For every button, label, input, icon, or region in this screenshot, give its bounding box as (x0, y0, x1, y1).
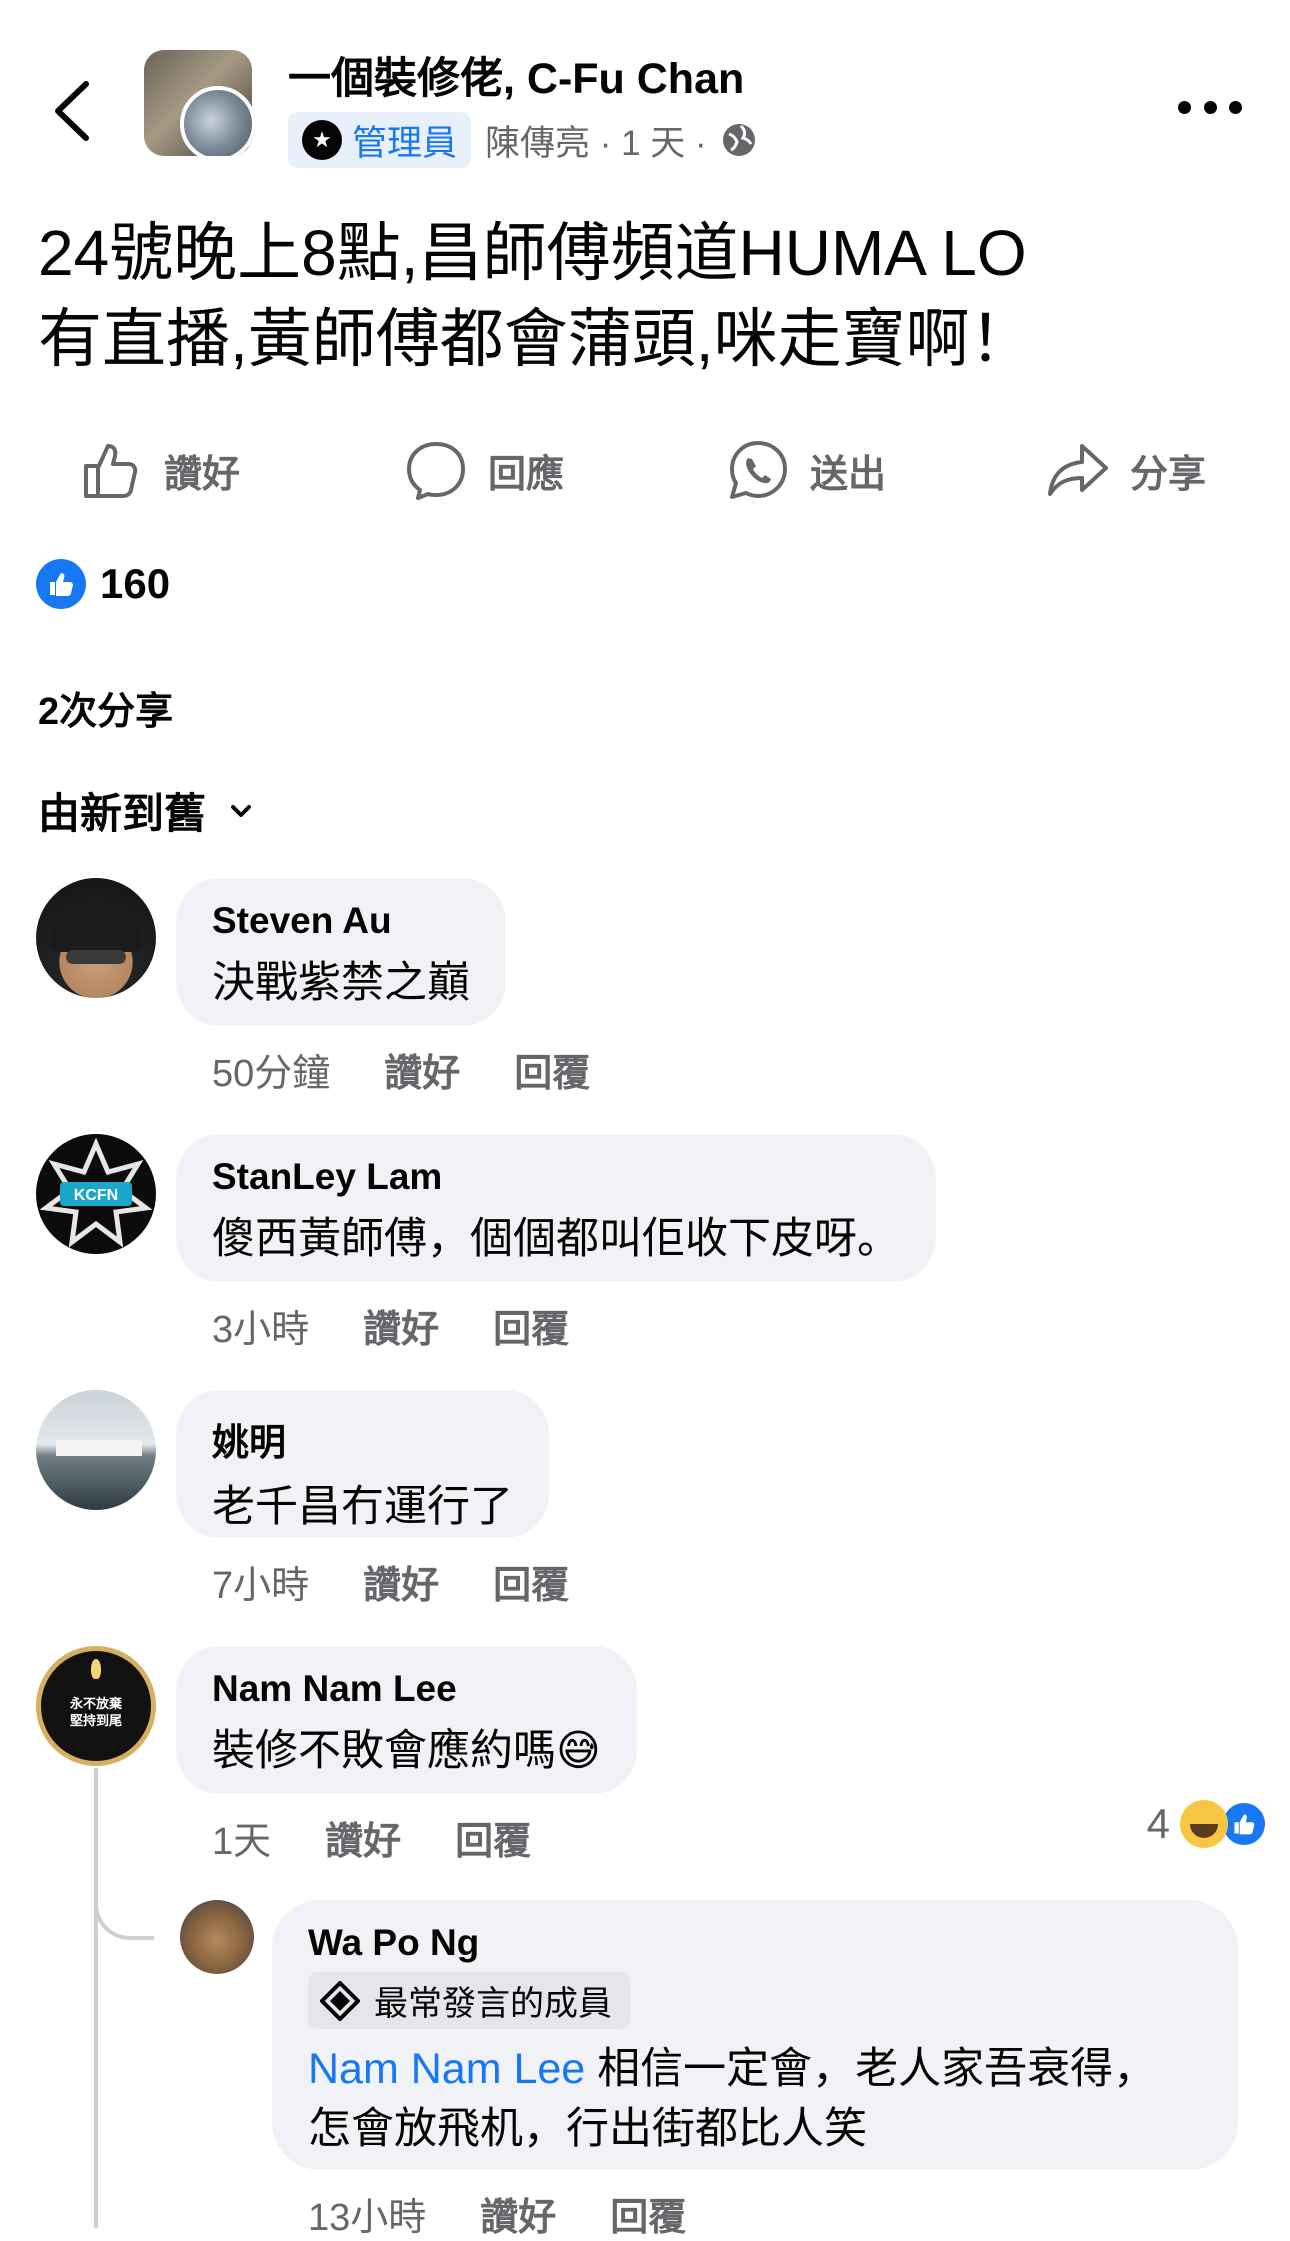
more-options-icon[interactable] (1178, 92, 1242, 122)
comment-like-button[interactable]: 讚好 (363, 1554, 439, 1609)
comment-time: 3小時 (212, 1309, 310, 1351)
group-name[interactable]: 一個裝修佬, C-Fu Chan (288, 44, 744, 106)
comment-bubble[interactable]: StanLey Lam 傻西黃師傅，個個都叫佢收下皮呀。 (176, 1134, 936, 1282)
chevron-down-icon (231, 804, 252, 817)
comment-label: 回應 (488, 453, 565, 496)
avatar[interactable] (36, 1390, 156, 1510)
whatsapp-icon (730, 441, 787, 499)
commenter-name[interactable]: Wa Po Ng (308, 1922, 1202, 1964)
comment-like-button[interactable]: 讚好 (363, 1298, 439, 1353)
reply-reply-button[interactable]: 回覆 (610, 2186, 686, 2241)
admin-star-icon: ★ (302, 120, 342, 160)
like-label: 讚好 (164, 453, 241, 496)
commenter-name[interactable]: StanLey Lam (212, 1156, 900, 1198)
comment-time: 50分鐘 (212, 1053, 331, 1095)
sweat-smile-emoji: 😅 (556, 1727, 601, 1775)
group-avatar[interactable] (144, 50, 252, 156)
post-body: 24號晚上8點,昌師傅頻道HUMA LO 有直播,黃師傅都會蒲頭,咪走寶啊！ (38, 210, 1258, 382)
send-button[interactable]: 送出 (726, 420, 886, 520)
reply-meta: 13小時 讚好 回覆 (308, 2186, 686, 2241)
svg-text:KCFN: KCFN (74, 1187, 118, 1204)
comment-bubble[interactable]: 姚明 老千昌冇運行了 (176, 1390, 549, 1538)
haha-reaction-icon (1180, 1800, 1228, 1848)
reply-text: Nam Nam Lee 相信一定會，老人家吾衰得， 怎會放飛机，行出街都比人笑 (308, 2045, 1157, 2153)
post-header: 一個裝修佬, C-Fu Chan ★ 管理員 陳傳亮 · 1 天 · (0, 0, 1290, 200)
kcfn-logo-icon: KCFN (39, 1137, 153, 1248)
commenter-name[interactable]: Steven Au (212, 900, 470, 942)
reaction-count: 160 (100, 560, 171, 607)
comment-bubble[interactable]: Nam Nam Lee 裝修不敗會應約嗎😅 (176, 1646, 637, 1794)
commenter-name[interactable]: 姚明 (212, 1412, 513, 1466)
comment-bubble-icon (407, 442, 465, 500)
member-badge[interactable]: 最常發言的成員 (308, 1972, 630, 2029)
comment-reply-button[interactable]: 回覆 (493, 1554, 569, 1609)
comment-time: 1天 (212, 1821, 272, 1863)
share-count[interactable]: 2次分享 (38, 680, 173, 735)
globe-icon (722, 124, 755, 156)
admin-label: 管理員 (352, 123, 458, 163)
author-avatar[interactable] (180, 86, 252, 156)
reaction-summary[interactable]: 160 (36, 556, 170, 612)
send-label: 送出 (810, 453, 887, 496)
member-badge-label: 最常發言的成員 (374, 1985, 612, 2023)
mention-link[interactable]: Nam Nam Lee (308, 2045, 585, 2093)
like-reaction-icon (36, 559, 86, 609)
comment-button[interactable]: 回應 (404, 420, 564, 520)
avatar[interactable] (36, 878, 156, 998)
post-line-1: 24號晚上8點,昌師傅頻道HUMA LO (38, 217, 1027, 289)
commenter-name[interactable]: Nam Nam Lee (212, 1668, 601, 1710)
post-meta: ★ 管理員 陳傳亮 · 1 天 · (288, 112, 757, 168)
action-bar: 讚好 回應 送出 分享 (0, 420, 1290, 520)
reply-like-button[interactable]: 讚好 (480, 2186, 556, 2241)
back-arrow-icon[interactable] (48, 78, 94, 144)
share-button[interactable]: 分享 (1046, 420, 1206, 520)
reply-bubble[interactable]: Wa Po Ng 最常發言的成員 Nam Nam Lee 相信一定會，老人家吾衰… (272, 1900, 1238, 2170)
thumbs-up-icon (84, 444, 138, 498)
like-button[interactable]: 讚好 (80, 420, 240, 520)
avatar[interactable]: 永不放棄 堅持到尾 (36, 1646, 156, 1766)
avatar[interactable] (180, 1900, 254, 1974)
avatar[interactable]: KCFN (36, 1134, 156, 1254)
share-arrow-icon (1048, 444, 1108, 496)
post-line-2: 有直播,黃師傅都會蒲頭,咪走寶啊！ (38, 303, 1034, 375)
comment-meta: 50分鐘 讚好 回覆 (212, 1042, 590, 1097)
comment-reaction-count: 4 (1146, 1800, 1170, 1847)
comment-reaction-summary[interactable]: 4 (1147, 1800, 1268, 1848)
comment-meta: 7小時 讚好 回覆 (212, 1554, 569, 1609)
comment-reply-button[interactable]: 回覆 (514, 1042, 590, 1097)
comment-meta: 1天 讚好 回覆 (212, 1810, 531, 1865)
thread-line (94, 1768, 98, 2228)
comment-reply-button[interactable]: 回覆 (493, 1298, 569, 1353)
comment-like-button[interactable]: 讚好 (384, 1042, 460, 1097)
author-line[interactable]: 陳傳亮 · 1 天 · (485, 115, 707, 166)
comment-text: 裝修不敗會應約嗎😅 (212, 1727, 601, 1775)
comment-text: 決戰紫禁之巔 (212, 959, 470, 1007)
comment-text: 老千昌冇運行了 (212, 1483, 513, 1531)
admin-badge[interactable]: ★ 管理員 (288, 112, 472, 168)
sort-dropdown[interactable]: 由新到舊 (38, 780, 252, 841)
thread-connector (94, 1850, 154, 1940)
comment-time: 7小時 (212, 1565, 310, 1607)
comment-bubble[interactable]: Steven Au 決戰紫禁之巔 (176, 878, 506, 1026)
comment-text: 傻西黃師傅，個個都叫佢收下皮呀。 (212, 1215, 900, 1263)
top-contributor-icon (320, 1980, 360, 2021)
sort-label: 由新到舊 (38, 790, 207, 837)
comment-meta: 3小時 讚好 回覆 (212, 1298, 569, 1353)
reply-time: 13小時 (308, 2197, 427, 2239)
share-label: 分享 (1130, 453, 1207, 496)
comment-like-button[interactable]: 讚好 (325, 1810, 401, 1865)
comment-reply-button[interactable]: 回覆 (455, 1810, 531, 1865)
